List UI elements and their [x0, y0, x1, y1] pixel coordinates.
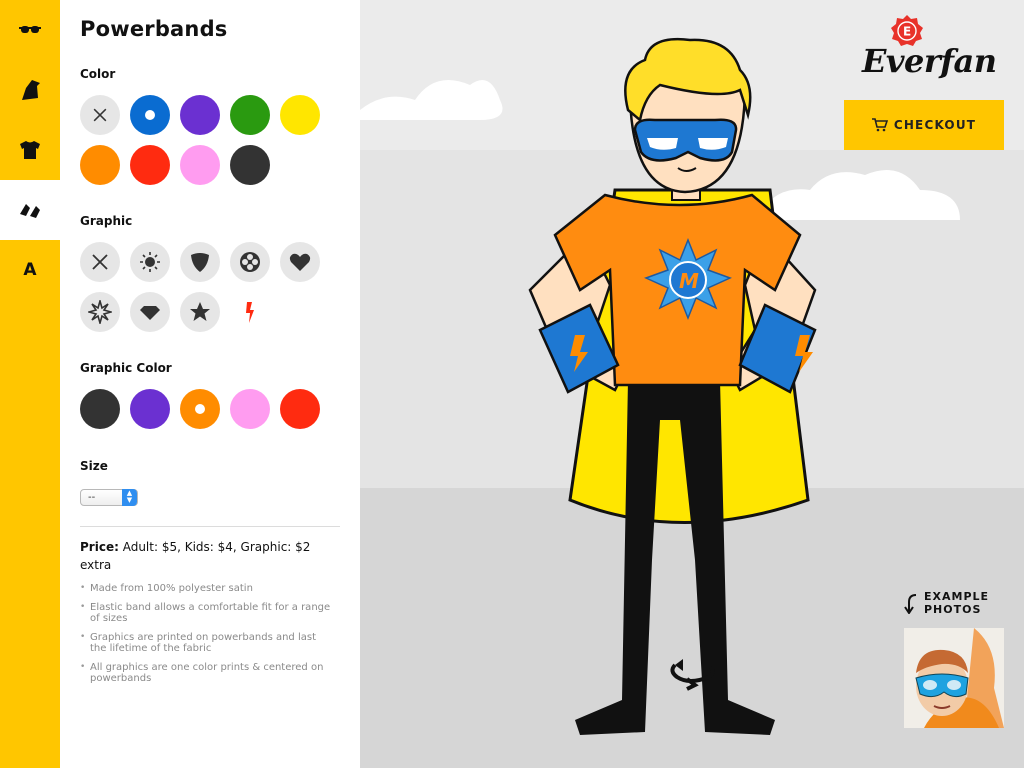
page-title: Powerbands: [80, 17, 228, 41]
graphic-star[interactable]: [180, 292, 220, 332]
rail-powerbands[interactable]: [0, 180, 60, 240]
price-label: Price:: [80, 540, 119, 554]
powerbands-icon: [20, 204, 40, 218]
burst-icon: [88, 300, 112, 324]
preview-stage: M E Everfan CHECKOUT EXAMPLE PHOTOS: [360, 0, 1024, 768]
example-line-1: EXAMPLE: [924, 590, 990, 603]
color-label: Color: [80, 67, 116, 81]
graphic-swatches: [80, 242, 340, 332]
example-photos-label: EXAMPLE PHOTOS: [924, 590, 989, 616]
color-purple[interactable]: [180, 95, 220, 135]
graphic-burst[interactable]: [80, 292, 120, 332]
glasses-icon: [19, 26, 41, 33]
none-icon: [92, 254, 108, 270]
size-select[interactable]: -- ▲ ▼: [80, 489, 138, 506]
color-swatches: [80, 95, 340, 185]
list-item: Graphics are printed on powerbands and l…: [80, 632, 335, 654]
list-item: All graphics are one color prints & cent…: [80, 662, 335, 684]
color-pink[interactable]: [180, 145, 220, 185]
curved-arrow-icon: [904, 594, 917, 614]
star-icon: [190, 302, 210, 321]
color-blue[interactable]: [130, 95, 170, 135]
rotate-icon[interactable]: [667, 655, 717, 691]
rail-letter[interactable]: A: [0, 240, 60, 300]
none-icon: [93, 108, 107, 122]
graphic-diamond[interactable]: [130, 292, 170, 332]
example-line-2: PHOTOS: [924, 603, 982, 616]
graphic-color-label: Graphic Color: [80, 361, 172, 375]
cart-icon: [871, 118, 888, 132]
graphic-color-purple[interactable]: [130, 389, 170, 429]
color-none[interactable]: [80, 95, 120, 135]
rail-glasses[interactable]: [0, 0, 60, 60]
graphic-color-orange[interactable]: [180, 389, 220, 429]
tshirt-icon: [20, 141, 40, 159]
badge-letter: E: [903, 25, 911, 39]
heart-icon: [289, 253, 311, 271]
flower-icon: [240, 252, 260, 272]
everfan-logo: Everfan: [862, 42, 997, 80]
rail-cape[interactable]: [0, 60, 60, 120]
list-item: Made from 100% polyester satin: [80, 583, 335, 594]
lightning-icon: [246, 302, 254, 323]
diamond-icon: [140, 306, 160, 320]
graphic-lightning[interactable]: [230, 292, 270, 332]
color-orange[interactable]: [80, 145, 120, 185]
rail-tshirt[interactable]: [0, 120, 60, 180]
graphic-color-pink[interactable]: [230, 389, 270, 429]
graphic-heart[interactable]: [280, 242, 320, 282]
sun-icon: [140, 252, 160, 272]
options-panel: Powerbands Color Graphic Graphic Color S…: [60, 0, 360, 768]
graphic-color-red[interactable]: [280, 389, 320, 429]
divider: [80, 526, 340, 527]
shield-icon: [191, 253, 209, 272]
graphic-shield[interactable]: [180, 242, 220, 282]
graphic-color-black[interactable]: [80, 389, 120, 429]
color-green[interactable]: [230, 95, 270, 135]
color-red[interactable]: [130, 145, 170, 185]
cape-icon: [22, 80, 40, 100]
example-photo-thumbnail[interactable]: [904, 628, 1004, 728]
letter-icon: A: [23, 260, 37, 280]
graphic-label: Graphic: [80, 214, 133, 228]
example-photo-image: [904, 628, 1004, 728]
size-label: Size: [80, 459, 108, 473]
graphic-none[interactable]: [80, 242, 120, 282]
checkout-label: CHECKOUT: [893, 118, 977, 132]
graphic-color-swatches: [80, 389, 340, 429]
graphic-flower[interactable]: [230, 242, 270, 282]
feature-list: Made from 100% polyester satin Elastic b…: [80, 583, 335, 684]
color-black[interactable]: [230, 145, 270, 185]
tool-rail: A: [0, 0, 60, 768]
color-yellow[interactable]: [280, 95, 320, 135]
svg-text:M: M: [679, 269, 699, 293]
price-info: Price: Adult: $5, Kids: $4, Graphic: $2 …: [80, 538, 330, 574]
checkout-button[interactable]: CHECKOUT: [844, 100, 1004, 150]
select-arrows-icon: ▲ ▼: [122, 489, 137, 506]
list-item: Elastic band allows a comfortable fit fo…: [80, 602, 335, 624]
graphic-sun[interactable]: [130, 242, 170, 282]
size-value: --: [88, 492, 96, 503]
